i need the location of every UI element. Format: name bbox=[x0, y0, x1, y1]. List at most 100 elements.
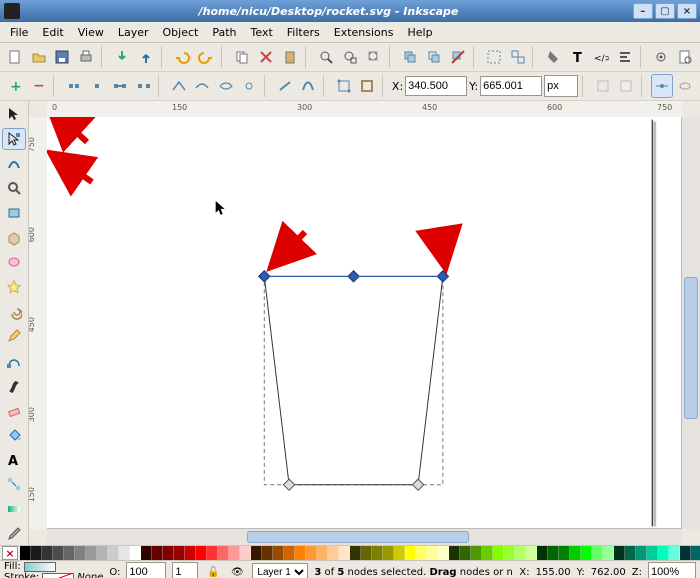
close-button[interactable]: × bbox=[677, 3, 697, 19]
maximize-button[interactable]: ▢ bbox=[655, 3, 675, 19]
palette-swatch[interactable] bbox=[548, 546, 559, 560]
menu-text[interactable]: Text bbox=[245, 24, 279, 41]
join-node-button[interactable] bbox=[86, 74, 107, 98]
palette-swatch[interactable] bbox=[570, 546, 581, 560]
node-x-input[interactable] bbox=[405, 76, 467, 96]
menu-path[interactable]: Path bbox=[206, 24, 242, 41]
segment-line-button[interactable] bbox=[274, 74, 295, 98]
clone-button[interactable] bbox=[423, 45, 445, 69]
menu-object[interactable]: Object bbox=[157, 24, 205, 41]
node-smooth-button[interactable] bbox=[192, 74, 213, 98]
text-dialog-button[interactable]: T bbox=[567, 45, 589, 69]
palette-swatch[interactable] bbox=[361, 546, 372, 560]
palette-swatch[interactable] bbox=[625, 546, 636, 560]
palette-swatch[interactable] bbox=[438, 546, 449, 560]
palette-swatch[interactable] bbox=[603, 546, 614, 560]
palette-swatch[interactable] bbox=[559, 546, 570, 560]
palette-swatch[interactable] bbox=[669, 546, 680, 560]
palette-swatch[interactable] bbox=[130, 546, 141, 560]
palette-swatch[interactable] bbox=[42, 546, 53, 560]
open-button[interactable] bbox=[28, 45, 50, 69]
node-cusp-button[interactable] bbox=[169, 74, 190, 98]
palette-swatch[interactable] bbox=[416, 546, 427, 560]
selector-tool[interactable] bbox=[2, 103, 26, 126]
palette-swatch[interactable] bbox=[581, 546, 592, 560]
spiral-tool[interactable] bbox=[2, 300, 26, 323]
redo-button[interactable] bbox=[195, 45, 217, 69]
undo-button[interactable] bbox=[172, 45, 194, 69]
palette-swatch[interactable] bbox=[592, 546, 603, 560]
palette-swatch[interactable] bbox=[119, 546, 130, 560]
palette-swatch[interactable] bbox=[537, 546, 548, 560]
palette-swatch[interactable] bbox=[493, 546, 504, 560]
palette-swatch[interactable] bbox=[196, 546, 207, 560]
fill-stroke-indicator[interactable]: Fill: Stroke:None bbox=[4, 562, 103, 578]
stroke-swatch[interactable] bbox=[42, 573, 74, 578]
palette-none-swatch[interactable]: × bbox=[2, 546, 18, 560]
palette-swatch[interactable] bbox=[86, 546, 97, 560]
palette-swatch[interactable] bbox=[163, 546, 174, 560]
palette-swatch[interactable] bbox=[317, 546, 328, 560]
zoom-sel-button[interactable] bbox=[315, 45, 337, 69]
palette-swatch[interactable] bbox=[427, 546, 438, 560]
palette-swatch[interactable] bbox=[328, 546, 339, 560]
palette-swatch[interactable] bbox=[471, 546, 482, 560]
zoom-input[interactable] bbox=[648, 562, 696, 578]
node-tool[interactable] bbox=[2, 128, 26, 151]
ellipse-tool[interactable] bbox=[2, 251, 26, 274]
palette-swatch[interactable] bbox=[64, 546, 75, 560]
palette-swatch[interactable] bbox=[636, 546, 647, 560]
object-to-path-button[interactable] bbox=[333, 74, 354, 98]
palette-swatch[interactable] bbox=[449, 546, 460, 560]
insert-node-button[interactable]: + bbox=[4, 74, 25, 98]
palette-swatch[interactable] bbox=[295, 546, 306, 560]
align-dialog-button[interactable] bbox=[614, 45, 636, 69]
show-handles-button[interactable] bbox=[651, 74, 672, 98]
palette-swatch[interactable] bbox=[185, 546, 196, 560]
node-auto-button[interactable] bbox=[238, 74, 259, 98]
zoom-draw-button[interactable] bbox=[339, 45, 361, 69]
new-doc-button[interactable] bbox=[4, 45, 26, 69]
ungroup-button[interactable] bbox=[507, 45, 529, 69]
edit-clip-button[interactable] bbox=[592, 74, 613, 98]
palette-swatch[interactable] bbox=[141, 546, 152, 560]
fill-swatch[interactable] bbox=[24, 562, 56, 572]
rect-tool[interactable] bbox=[2, 202, 26, 225]
canvas[interactable] bbox=[47, 117, 682, 529]
node-symmetric-button[interactable] bbox=[215, 74, 236, 98]
palette-swatch[interactable] bbox=[526, 546, 537, 560]
palette-swatch[interactable] bbox=[647, 546, 658, 560]
unlink-clone-button[interactable] bbox=[447, 45, 469, 69]
palette-swatch[interactable] bbox=[240, 546, 251, 560]
palette-swatch[interactable] bbox=[273, 546, 284, 560]
node-unit-select[interactable] bbox=[544, 75, 578, 97]
palette-swatch[interactable] bbox=[680, 546, 691, 560]
layer-lock-icon[interactable]: 🔓 bbox=[204, 563, 222, 578]
edit-mask-button[interactable] bbox=[616, 74, 637, 98]
palette-swatch[interactable] bbox=[350, 546, 361, 560]
palette-swatch[interactable] bbox=[174, 546, 185, 560]
palette-swatch[interactable] bbox=[383, 546, 394, 560]
palette-swatch[interactable] bbox=[515, 546, 526, 560]
palette-swatch[interactable] bbox=[394, 546, 405, 560]
palette-swatch[interactable] bbox=[405, 546, 416, 560]
palette-swatch[interactable] bbox=[691, 546, 700, 560]
palette-swatch[interactable] bbox=[251, 546, 262, 560]
menu-filters[interactable]: Filters bbox=[281, 24, 326, 41]
palette-swatch[interactable] bbox=[75, 546, 86, 560]
scrollbar-horizontal[interactable] bbox=[47, 528, 682, 545]
palette-swatch[interactable] bbox=[97, 546, 108, 560]
pencil-tool[interactable] bbox=[2, 325, 26, 348]
copy-button[interactable] bbox=[232, 45, 254, 69]
delete-node-button[interactable]: − bbox=[27, 74, 48, 98]
palette-swatch[interactable] bbox=[460, 546, 471, 560]
palette-swatch[interactable] bbox=[108, 546, 119, 560]
palette-swatch[interactable] bbox=[207, 546, 218, 560]
show-outline-button[interactable] bbox=[675, 74, 696, 98]
paste-button[interactable] bbox=[279, 45, 301, 69]
palette-swatch[interactable] bbox=[218, 546, 229, 560]
palette-swatch[interactable] bbox=[284, 546, 295, 560]
gradient-tool[interactable] bbox=[2, 498, 26, 521]
palette-swatch[interactable] bbox=[229, 546, 240, 560]
layer-visible-icon[interactable]: 👁 bbox=[228, 563, 246, 578]
